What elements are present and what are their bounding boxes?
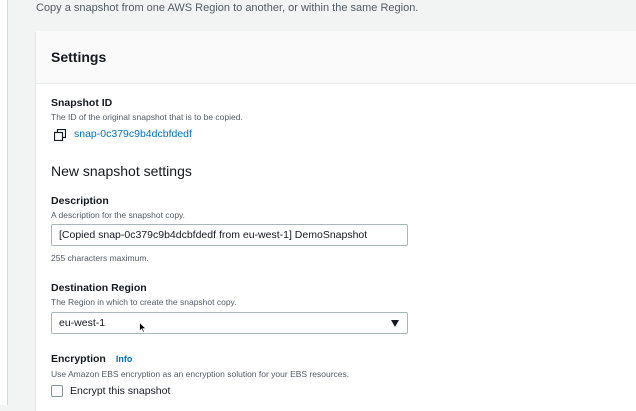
snapshot-id-hint: The ID of the original snapshot that is … (51, 112, 243, 122)
settings-panel: Settings Snapshot ID The ID of the origi… (36, 31, 636, 411)
destination-region-label: Destination Region (51, 282, 147, 294)
destination-region-select[interactable]: eu-west-1 (51, 312, 408, 334)
description-label: Description (51, 195, 109, 207)
description-input[interactable]: [Copied snap-0c379c9b4dcbfdedf from eu-w… (51, 224, 408, 246)
caret-down-icon (391, 320, 399, 327)
copy-icon[interactable] (53, 128, 67, 142)
encrypt-snapshot-option[interactable]: Encrypt this snapshot (51, 385, 170, 397)
encrypt-snapshot-label[interactable]: Encrypt this snapshot (70, 385, 170, 397)
encrypt-snapshot-checkbox[interactable] (51, 385, 63, 397)
description-constraint: 255 characters maximum. (51, 253, 149, 263)
settings-panel-header: Settings (36, 31, 636, 84)
encryption-label-row: Encryption Info (51, 353, 132, 365)
page-description: Copy a snapshot from one AWS Region to a… (36, 2, 419, 14)
destination-region-hint: The Region in which to create the snapsh… (51, 297, 237, 307)
description-hint: A description for the snapshot copy. (51, 210, 186, 220)
mouse-pointer-icon (139, 322, 147, 333)
snapshot-id-link[interactable]: snap-0c379c9b4dcbfdedf (74, 128, 192, 140)
destination-region-value: eu-west-1 (59, 317, 106, 329)
snapshot-id-row: snap-0c379c9b4dcbfdedf (53, 127, 192, 142)
settings-title: Settings (51, 49, 107, 65)
encryption-info-link[interactable]: Info (116, 354, 133, 364)
new-snapshot-settings-heading: New snapshot settings (51, 163, 192, 179)
encryption-hint: Use Amazon EBS encryption as an encrypti… (51, 369, 350, 379)
snapshot-id-label: Snapshot ID (51, 97, 113, 109)
encryption-label: Encryption (51, 353, 106, 365)
left-gutter (0, 0, 8, 405)
